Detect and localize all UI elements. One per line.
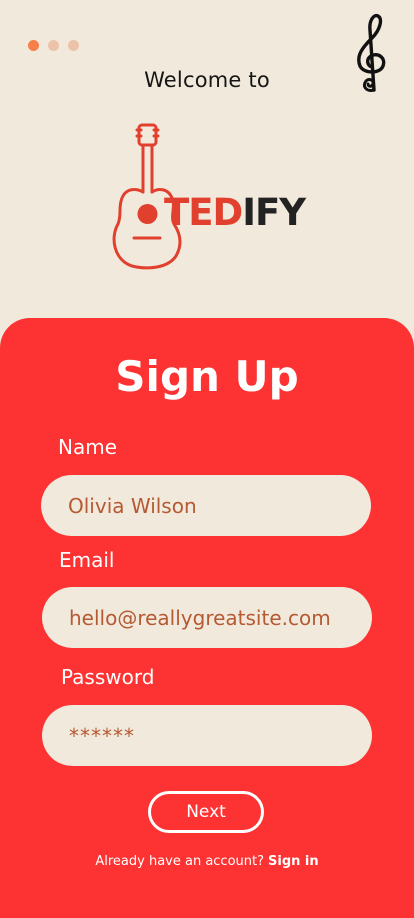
page-dot-2 (48, 40, 59, 51)
password-label: Password (61, 665, 155, 689)
page-title: Sign Up (115, 352, 299, 401)
email-label: Email (59, 548, 115, 572)
signin-link[interactable]: Sign in (268, 854, 319, 869)
page-indicator (28, 40, 79, 51)
page-dot-3 (68, 40, 79, 51)
signin-prompt-text: Already have an account? (95, 854, 265, 869)
signin-prompt: Already have an account? Sign in (0, 854, 414, 869)
password-field[interactable] (42, 705, 372, 766)
next-button[interactable]: Next (148, 791, 264, 833)
page-dot-1 (28, 40, 39, 51)
email-field[interactable] (42, 587, 372, 648)
name-label: Name (58, 435, 118, 459)
name-field[interactable] (41, 475, 371, 536)
brand-part-ify: IFY (242, 191, 306, 234)
brand-part-ted: TED (164, 191, 243, 234)
welcome-text: Welcome to (144, 68, 270, 92)
brand-name: TEDIFY (164, 190, 306, 236)
